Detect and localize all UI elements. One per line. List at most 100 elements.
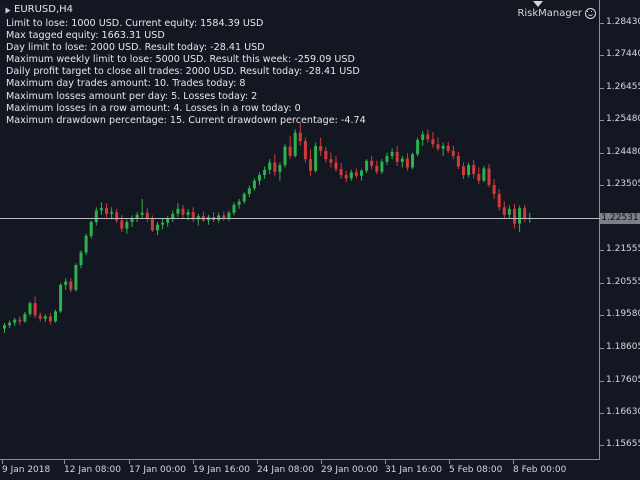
candle	[329, 152, 333, 168]
candle	[115, 208, 119, 223]
candle	[309, 149, 312, 176]
time-tick	[64, 460, 65, 464]
candle	[156, 222, 159, 236]
price-tick	[600, 55, 604, 57]
candle	[191, 207, 195, 223]
candle	[487, 164, 491, 188]
candle	[94, 207, 98, 226]
candle	[339, 163, 343, 180]
candle	[252, 178, 256, 191]
candle	[319, 137, 323, 156]
candle	[477, 167, 481, 185]
candle	[354, 168, 358, 179]
price-tick	[600, 380, 604, 382]
price-label: 1.17605	[606, 374, 640, 385]
price-tick	[600, 120, 604, 122]
candle	[431, 132, 435, 148]
candle	[99, 202, 103, 215]
time-tick	[129, 460, 130, 464]
candle	[23, 312, 27, 323]
candle	[13, 318, 17, 326]
candle	[416, 137, 420, 157]
info-line: Max tagged equity: 1663.31 USD	[6, 30, 165, 42]
candle	[507, 205, 511, 219]
time-tick	[321, 460, 322, 464]
candle	[105, 203, 108, 218]
candle	[125, 219, 129, 234]
candle	[84, 233, 88, 256]
candle	[436, 137, 440, 151]
time-label: 31 Jan 16:00	[385, 465, 442, 475]
candle	[482, 165, 486, 183]
candle	[441, 142, 445, 156]
candle	[400, 155, 404, 168]
time-tick	[2, 460, 3, 464]
candle	[324, 146, 328, 163]
smile-icon	[585, 8, 596, 19]
candle	[344, 170, 348, 183]
candle	[293, 129, 297, 158]
info-line: Maximum drawdown percentage: 15. Current…	[6, 114, 366, 126]
info-line: Daily profit target to close all trades:…	[6, 66, 360, 78]
candle	[237, 198, 241, 209]
trading-chart[interactable]: EURUSD,H4 Limit to lose: 1000 USD. Curre…	[0, 0, 640, 480]
candle	[462, 162, 465, 180]
candle	[421, 131, 425, 146]
current-price-badge: 1.22531	[600, 213, 640, 224]
time-label: 19 Jan 16:00	[193, 465, 250, 475]
shift-marker-icon[interactable]	[533, 1, 543, 7]
risk-manager-text: RiskManager	[517, 8, 582, 19]
risk-manager-label: RiskManager	[517, 8, 596, 19]
candle	[523, 204, 527, 223]
price-label: 1.21555	[606, 244, 640, 254]
info-line: Maximum day trades amount: 10. Trades to…	[6, 78, 246, 90]
candle	[411, 152, 414, 170]
candle	[349, 169, 353, 181]
candle	[232, 202, 236, 216]
time-tick	[257, 460, 258, 464]
candle	[201, 211, 205, 223]
price-axis[interactable]: 1.28430 1.27440 1.26455 1.25480 1.24480 1.235…	[600, 0, 640, 460]
price-label: 1.19580	[606, 309, 640, 320]
time-tick	[193, 460, 194, 464]
risk-info-panel: Limit to lose: 1000 USD. Current equity:…	[6, 18, 366, 127]
info-line: Day limit to lose: 2000 USD. Result toda…	[6, 42, 265, 54]
candle	[54, 309, 57, 323]
candle	[79, 250, 83, 269]
candle	[140, 198, 144, 219]
candle	[69, 278, 73, 293]
time-label: 9 Jan 2018	[2, 465, 51, 475]
candle	[360, 169, 363, 181]
candle	[395, 145, 399, 166]
info-line: Limit to lose: 1000 USD. Current equity:…	[6, 18, 264, 29]
price-label: 1.24480	[606, 147, 640, 158]
candle	[472, 159, 476, 179]
candle	[446, 141, 450, 154]
candle	[513, 203, 516, 229]
price-label: 1.28430	[606, 16, 640, 27]
price-tick	[600, 87, 604, 89]
candle	[497, 188, 501, 211]
candle	[207, 214, 210, 225]
time-axis[interactable]: 9 Jan 2018 12 Jan 08:00 17 Jan 00:00 19 Jan…	[0, 460, 600, 480]
price-tick	[600, 283, 604, 285]
candle	[64, 278, 68, 290]
price-tick	[600, 22, 604, 24]
price-label: 1.23505	[606, 179, 640, 190]
candle	[28, 301, 32, 317]
price-tick	[600, 412, 604, 414]
time-label: 17 Jan 00:00	[129, 465, 186, 475]
price-tick	[600, 445, 604, 447]
candle	[227, 210, 231, 222]
candle	[456, 151, 460, 170]
candle	[18, 316, 22, 325]
candle	[38, 312, 42, 322]
price-tick	[600, 185, 604, 187]
candle	[288, 136, 292, 160]
candle	[263, 166, 267, 180]
info-line: Maximum losses amount per day: 5. Losses…	[6, 90, 258, 102]
price-label: 1.16630	[606, 406, 640, 417]
candle	[222, 211, 226, 221]
price-label: 1.26455	[606, 81, 640, 92]
time-label: 24 Jan 08:00	[257, 465, 314, 475]
